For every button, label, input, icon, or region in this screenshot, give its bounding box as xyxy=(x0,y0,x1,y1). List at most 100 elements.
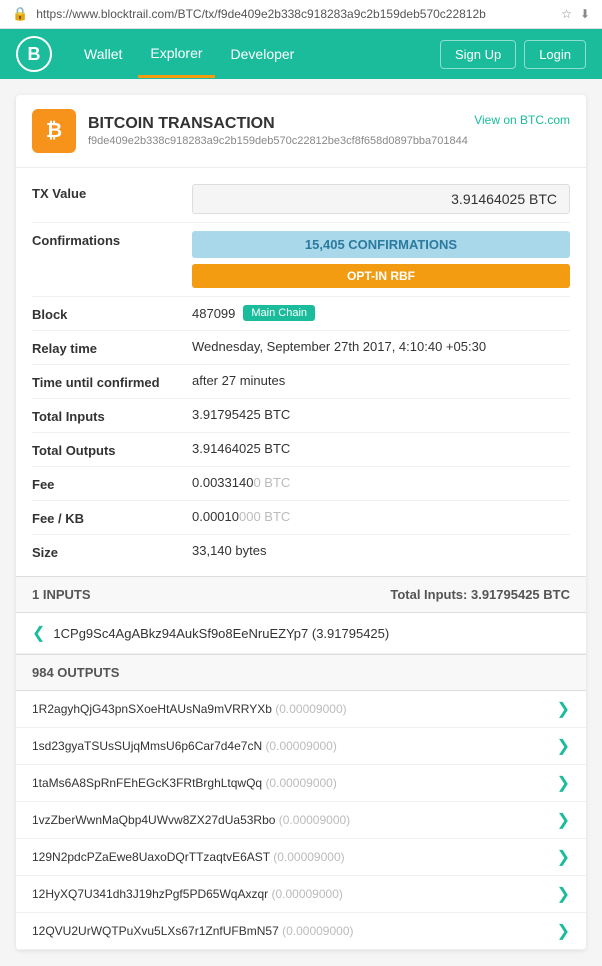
size-value: 33,140 bytes xyxy=(192,543,570,558)
nav-developer[interactable]: Developer xyxy=(219,32,307,76)
chevron-right-icon: ❯ xyxy=(557,736,570,756)
confirmations-row: Confirmations 15,405 CONFIRMATIONS OPT-I… xyxy=(32,223,570,297)
output-item[interactable]: 129N2pdcPZaEwe8UaxoDQrTTzaqtvE6AST (0.00… xyxy=(16,839,586,876)
nav-right: Sign Up Login xyxy=(440,40,586,69)
time-confirmed-value: after 27 minutes xyxy=(192,373,570,388)
tx-hash: f9de409e2b338c918283a9c2b159deb570c22812… xyxy=(88,135,468,147)
tx-header-left: ₿ BITCOIN TRANSACTION f9de409e2b338c9182… xyxy=(32,109,468,153)
outputs-section-header: 984 OUTPUTS xyxy=(16,654,586,691)
fee-label: Fee xyxy=(32,475,192,492)
total-inputs-value: 3.91795425 BTC xyxy=(192,407,570,422)
fee-row: Fee 0.00331400 BTC xyxy=(32,467,570,501)
output-item[interactable]: 12HyXQ7U341dh3J19hzPgf5PD65WqAxzqr (0.00… xyxy=(16,876,586,913)
output-item[interactable]: 1R2agyhQjG43pnSXoeHtAUsNa9mVRRYXb (0.000… xyxy=(16,691,586,728)
transaction-card: ₿ BITCOIN TRANSACTION f9de409e2b338c9182… xyxy=(16,95,586,950)
output-address: 1R2agyhQjG43pnSXoeHtAUsNa9mVRRYXb (0.000… xyxy=(32,702,347,716)
block-field: 487099 Main Chain xyxy=(192,305,570,321)
time-confirmed-row: Time until confirmed after 27 minutes xyxy=(32,365,570,399)
nav-links: Wallet Explorer Developer xyxy=(72,31,440,78)
fee-kb-label: Fee / KB xyxy=(32,509,192,526)
tx-title-block: BITCOIN TRANSACTION f9de409e2b338c918283… xyxy=(88,115,468,147)
rbf-box: OPT-IN RBF xyxy=(192,264,570,288)
btc-icon: ₿ xyxy=(32,109,76,153)
tx-value-field: 3.91464025 BTC xyxy=(192,184,570,214)
fee-value: 0.00331400 BTC xyxy=(192,475,570,490)
navbar: B Wallet Explorer Developer Sign Up Logi… xyxy=(0,29,602,79)
brand-letter: B xyxy=(28,44,41,65)
chevron-right-icon: ❯ xyxy=(557,884,570,904)
output-address: 1vzZberWwnMaQbp4UWvw8ZX27dUa53Rbo (0.000… xyxy=(32,813,350,827)
total-outputs-label: Total Outputs xyxy=(32,441,192,458)
output-amount: (0.00009000) xyxy=(265,776,336,790)
relay-time-row: Relay time Wednesday, September 27th 201… xyxy=(32,331,570,365)
output-item[interactable]: 1taMs6A8SpRnFEhEGcK3FRtBrghLtqwQq (0.000… xyxy=(16,765,586,802)
login-button[interactable]: Login xyxy=(524,40,586,69)
block-row: Block 487099 Main Chain xyxy=(32,297,570,331)
download-icon[interactable]: ⬇ xyxy=(580,7,590,21)
size-row: Size 33,140 bytes xyxy=(32,535,570,568)
total-outputs-row: Total Outputs 3.91464025 BTC xyxy=(32,433,570,467)
confirmations-label: Confirmations xyxy=(32,231,192,248)
lock-icon: 🔒 xyxy=(12,6,28,22)
output-address: 12HyXQ7U341dh3J19hzPgf5PD65WqAxzqr (0.00… xyxy=(32,887,343,901)
output-item[interactable]: 12QVU2UrWQTPuXvu5LXs67r1ZnfUFBmN57 (0.00… xyxy=(16,913,586,950)
fee-subtle: 0 BTC xyxy=(253,475,290,490)
fee-main: 0.0033140 xyxy=(192,475,253,490)
output-item[interactable]: 1vzZberWwnMaQbp4UWvw8ZX27dUa53Rbo (0.000… xyxy=(16,802,586,839)
output-address: 12QVU2UrWQTPuXvu5LXs67r1ZnfUFBmN57 (0.00… xyxy=(32,924,354,938)
signup-button[interactable]: Sign Up xyxy=(440,40,516,69)
fee-kb-main: 0.00010 xyxy=(192,509,239,524)
star-icon[interactable]: ☆ xyxy=(561,7,572,21)
output-item[interactable]: 1sd23gyaTSUsSUjqMmsU6p6Car7d4e7cN (0.000… xyxy=(16,728,586,765)
tx-title: BITCOIN TRANSACTION xyxy=(88,115,468,133)
output-amount: (0.00009000) xyxy=(271,887,342,901)
output-amount: (0.00009000) xyxy=(282,924,353,938)
inputs-total: Total Inputs: 3.91795425 BTC xyxy=(390,587,570,602)
chevron-right-icon: ❯ xyxy=(557,847,570,867)
nav-wallet[interactable]: Wallet xyxy=(72,32,134,76)
input-address: 1CPg9Sc4AgABkz94AukSf9o8EeNruEZYp7 (3.91… xyxy=(53,626,389,641)
chevron-right-icon: ❯ xyxy=(557,921,570,941)
chevron-right-icon: ❯ xyxy=(557,773,570,793)
url-action-icons: ☆ ⬇ xyxy=(561,7,590,21)
tx-value-row: TX Value 3.91464025 BTC xyxy=(32,176,570,223)
output-address: 1sd23gyaTSUsSUjqMmsU6p6Car7d4e7cN (0.000… xyxy=(32,739,337,753)
outputs-list: 1R2agyhQjG43pnSXoeHtAUsNa9mVRRYXb (0.000… xyxy=(16,691,586,950)
view-on-btc-link[interactable]: View on BTC.com xyxy=(474,113,570,127)
tx-details: TX Value 3.91464025 BTC Confirmations 15… xyxy=(16,168,586,576)
block-number: 487099 xyxy=(192,306,235,321)
url-bar: 🔒 https://www.blocktrail.com/BTC/tx/f9de… xyxy=(0,0,602,29)
tx-value-box: 3.91464025 BTC xyxy=(192,184,570,214)
size-label: Size xyxy=(32,543,192,560)
tx-header: ₿ BITCOIN TRANSACTION f9de409e2b338c9182… xyxy=(16,95,586,168)
total-outputs-value: 3.91464025 BTC xyxy=(192,441,570,456)
fee-kb-subtle: 000 BTC xyxy=(239,509,290,524)
nav-explorer[interactable]: Explorer xyxy=(138,31,214,78)
chevron-right-icon: ❯ xyxy=(557,810,570,830)
fee-kb-value: 0.00010000 BTC xyxy=(192,509,570,524)
output-amount: (0.00009000) xyxy=(273,850,344,864)
fee-kb-row: Fee / KB 0.00010000 BTC xyxy=(32,501,570,535)
chevron-right-icon: ❯ xyxy=(557,699,570,719)
total-inputs-label: Total Inputs xyxy=(32,407,192,424)
chevron-left-icon: ❮ xyxy=(32,623,45,643)
input-item[interactable]: ❮ 1CPg9Sc4AgABkz94AukSf9o8EeNruEZYp7 (3.… xyxy=(16,613,586,654)
relay-time-value: Wednesday, September 27th 2017, 4:10:40 … xyxy=(192,339,570,354)
total-inputs-row: Total Inputs 3.91795425 BTC xyxy=(32,399,570,433)
inputs-section-header: 1 INPUTS Total Inputs: 3.91795425 BTC xyxy=(16,576,586,613)
output-address: 1taMs6A8SpRnFEhEGcK3FRtBrghLtqwQq (0.000… xyxy=(32,776,337,790)
url-text: https://www.blocktrail.com/BTC/tx/f9de40… xyxy=(36,7,553,21)
brand-logo[interactable]: B xyxy=(16,36,52,72)
tx-value-label: TX Value xyxy=(32,184,192,201)
output-amount: (0.00009000) xyxy=(265,739,336,753)
inputs-list: ❮ 1CPg9Sc4AgABkz94AukSf9o8EeNruEZYp7 (3.… xyxy=(16,613,586,654)
inputs-count: 1 INPUTS xyxy=(32,587,91,602)
outputs-count: 984 OUTPUTS xyxy=(32,665,119,680)
confirmations-box: 15,405 CONFIRMATIONS xyxy=(192,231,570,258)
output-amount: (0.00009000) xyxy=(275,702,346,716)
relay-time-label: Relay time xyxy=(32,339,192,356)
time-confirmed-label: Time until confirmed xyxy=(32,373,192,390)
block-value: 487099 Main Chain xyxy=(192,305,570,321)
block-label: Block xyxy=(32,305,192,322)
output-amount: (0.00009000) xyxy=(279,813,350,827)
